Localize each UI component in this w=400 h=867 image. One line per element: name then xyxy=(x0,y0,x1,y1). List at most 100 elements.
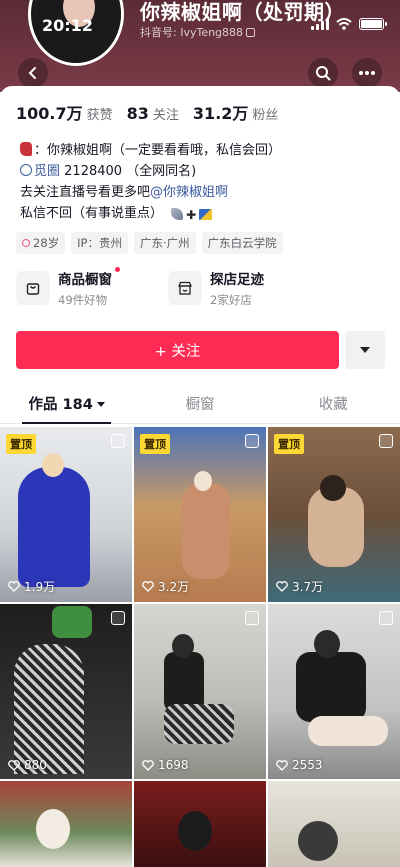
flag-icon xyxy=(199,209,213,220)
post-tile[interactable]: 置顶 3.7万 xyxy=(268,427,400,602)
profile-card: 100.7万 获赞 83 关注 31.2万 粉丝 ：你辣椒姐啊（一定要看看哦，私… xyxy=(0,86,400,867)
more-button[interactable] xyxy=(352,58,382,88)
copy-icon[interactable] xyxy=(246,28,256,37)
shop-window-entry[interactable]: 商品橱窗 49件好物 xyxy=(16,267,120,308)
tab-showcase[interactable]: 橱窗 xyxy=(133,388,266,423)
tag-age: 28岁 xyxy=(16,232,66,254)
tab-works[interactable]: 作品 184 xyxy=(0,388,133,424)
heart-icon xyxy=(142,759,154,771)
tag-label: 广东白云学院 xyxy=(207,236,277,250)
post-likes: 880 xyxy=(8,758,47,772)
heart-icon xyxy=(8,759,20,771)
post-tile[interactable] xyxy=(0,781,132,867)
post-likes: 2553 xyxy=(276,758,323,772)
pinned-badge: 置顶 xyxy=(6,434,36,454)
post-likes: 1.9万 xyxy=(8,578,55,595)
bio-text: 2128400 （全网同名) xyxy=(60,164,197,179)
post-likes: 1698 xyxy=(142,758,189,772)
post-tile[interactable] xyxy=(134,781,266,867)
feature-row: 商品橱窗 49件好物 探店足迹 2家好店 xyxy=(16,267,264,308)
content-tabs: 作品 184 橱窗 收藏 xyxy=(0,388,400,424)
stats-row: 100.7万 获赞 83 关注 31.2万 粉丝 xyxy=(16,100,278,124)
store-visits-subtitle: 2家好店 xyxy=(210,293,252,307)
follow-label: + 关注 xyxy=(154,343,201,360)
search-button[interactable] xyxy=(308,58,338,88)
bio-line: 私信不回（有事说重点） ✚ xyxy=(20,203,390,226)
bio: ：你辣椒姐啊（一定要看看哦，私信会回） 觅圈 2128400 （全网同名) 去关… xyxy=(20,140,390,226)
post-likes-count: 3.7万 xyxy=(292,580,324,594)
more-dots-icon xyxy=(359,71,375,75)
multi-image-icon xyxy=(379,611,393,625)
stat-label: 获赞 xyxy=(86,108,113,123)
stat-followers[interactable]: 31.2万 粉丝 xyxy=(193,100,279,124)
search-icon xyxy=(316,66,331,81)
tag-label: 28岁 xyxy=(33,236,60,250)
post-likes-count: 880 xyxy=(24,758,47,772)
tab-label: 作品 184 xyxy=(28,397,93,413)
emoji-row: ✚ xyxy=(171,205,213,226)
tag-school[interactable]: 广东白云学院 xyxy=(201,232,283,254)
notification-dot xyxy=(115,267,120,272)
profile-cover: 20:12 你辣椒姐啊（处罚期） 抖音号: IvyTeng888 xyxy=(0,0,400,92)
wifi-icon xyxy=(336,18,352,30)
bio-mention[interactable]: @你辣椒姐啊 xyxy=(150,185,228,200)
post-likes-count: 2553 xyxy=(292,758,323,772)
bio-text: ：你辣椒姐啊（一定要看看哦，私信会回） xyxy=(34,143,282,158)
post-likes-count: 1.9万 xyxy=(24,580,56,594)
bio-link[interactable]: 觅圈 xyxy=(34,164,60,179)
shop-window-title: 商品橱窗 xyxy=(58,267,120,288)
circle-icon xyxy=(20,164,32,176)
post-likes-count: 1698 xyxy=(158,758,189,772)
pinned-badge: 置顶 xyxy=(274,434,304,454)
tag-ip: IP：贵州 xyxy=(71,232,128,254)
shopping-bag-icon xyxy=(16,271,50,305)
back-button[interactable] xyxy=(18,58,48,88)
bio-line: ：你辣椒姐啊（一定要看看哦，私信会回） xyxy=(20,140,390,161)
stat-likes[interactable]: 100.7万 获赞 xyxy=(16,100,113,124)
caret-down-icon xyxy=(360,347,370,353)
douyin-id[interactable]: 抖音号: IvyTeng888 xyxy=(140,24,256,40)
posts-grid: 置顶 1.9万 置顶 3.2万 置顶 3.7万 880 1698 2553 xyxy=(0,427,400,867)
storefront-icon xyxy=(168,271,202,305)
post-tile[interactable]: 880 xyxy=(0,604,132,779)
post-tile[interactable]: 1698 xyxy=(134,604,266,779)
heart-icon xyxy=(276,581,288,592)
post-tile[interactable]: 置顶 1.9万 xyxy=(0,427,132,602)
store-visits-entry[interactable]: 探店足迹 2家好店 xyxy=(168,268,264,308)
stat-following[interactable]: 83 关注 xyxy=(127,104,179,123)
status-time: 20:12 xyxy=(42,16,93,35)
post-tile[interactable]: 2553 xyxy=(268,604,400,779)
post-tile[interactable]: 置顶 3.2万 xyxy=(134,427,266,602)
tab-label: 橱窗 xyxy=(185,397,215,413)
bio-line: 觅圈 2128400 （全网同名) xyxy=(20,161,390,182)
caret-down-icon xyxy=(96,402,105,407)
bio-line: 去关注直播号看更多吧@你辣椒姐啊 xyxy=(20,182,390,203)
post-likes-count: 3.2万 xyxy=(158,580,190,594)
tab-favorites[interactable]: 收藏 xyxy=(267,388,400,423)
follow-button[interactable]: + 关注 xyxy=(16,331,339,369)
tag-label: IP：贵州 xyxy=(77,236,122,250)
battery-icon xyxy=(359,18,387,30)
heart-icon xyxy=(8,581,20,592)
post-likes: 3.2万 xyxy=(142,578,189,595)
douyin-id-text: 抖音号: IvyTeng888 xyxy=(140,26,244,39)
multi-image-icon xyxy=(245,611,259,625)
heart-icon xyxy=(142,581,154,592)
bio-text: 去关注直播号看更多吧 xyxy=(20,185,151,200)
stat-value: 83 xyxy=(126,104,149,123)
signal-icon xyxy=(311,18,329,30)
tab-label: 收藏 xyxy=(318,397,348,413)
stat-value: 31.2万 xyxy=(192,104,249,123)
multi-image-icon xyxy=(111,434,125,448)
post-tile[interactable] xyxy=(268,781,400,867)
multi-image-icon xyxy=(245,434,259,448)
post-likes: 3.7万 xyxy=(276,578,323,595)
tag-location[interactable]: 广东·广州 xyxy=(133,232,196,254)
shop-window-subtitle: 49件好物 xyxy=(58,293,108,307)
multi-image-icon xyxy=(379,434,393,448)
stat-value: 100.7万 xyxy=(16,104,83,123)
scarf-emoji-icon xyxy=(20,142,32,156)
recommend-dropdown-button[interactable] xyxy=(345,331,385,369)
stat-label: 关注 xyxy=(152,108,179,123)
heart-icon xyxy=(276,759,288,771)
